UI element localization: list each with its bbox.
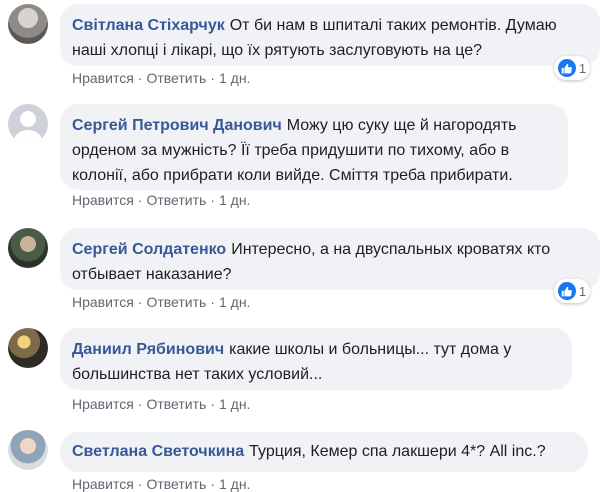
comment-bubble: Даниил Рябинович какие школы и больницы..…	[60, 328, 572, 390]
comment-author[interactable]: Світлана Стіхарчук	[72, 17, 225, 34]
reply-link[interactable]: Ответить	[146, 294, 206, 310]
comment-time[interactable]: 1 дн.	[219, 396, 250, 412]
avatar[interactable]	[8, 228, 48, 268]
default-avatar-icon	[13, 111, 43, 144]
comment-author[interactable]: Сергей Солдатенко	[72, 241, 226, 258]
comment-actions: Нравится · Ответить · 1 дн.	[72, 70, 251, 86]
reaction-count[interactable]: 1	[554, 56, 590, 80]
like-link[interactable]: Нравится	[72, 192, 134, 208]
like-link[interactable]: Нравится	[72, 476, 134, 492]
reply-link[interactable]: Ответить	[146, 476, 206, 492]
comment-author[interactable]: Светлана Светочкина	[72, 443, 244, 460]
reply-link[interactable]: Ответить	[146, 70, 206, 86]
comment-author[interactable]: Даниил Рябинович	[72, 341, 224, 358]
reply-link[interactable]: Ответить	[146, 192, 206, 208]
comment-text: Турция, Кемер спа лакшери 4*? All inc.?	[249, 443, 546, 460]
comment-time[interactable]: 1 дн.	[219, 70, 250, 86]
like-icon	[557, 59, 576, 77]
comment-bubble: Сергей Петрович Данович Можу цю суку ще й…	[60, 104, 568, 190]
comment-actions: Нравится · Ответить · 1 дн.	[72, 294, 251, 310]
comment-time[interactable]: 1 дн.	[219, 476, 250, 492]
avatar[interactable]	[8, 328, 48, 368]
like-link[interactable]: Нравится	[72, 70, 134, 86]
comment-time[interactable]: 1 дн.	[219, 294, 250, 310]
comment-actions: Нравится · Ответить · 1 дн.	[72, 396, 251, 412]
reply-link[interactable]: Ответить	[146, 396, 206, 412]
reaction-number: 1	[578, 60, 587, 76]
like-link[interactable]: Нравится	[72, 294, 134, 310]
comment-bubble: Сергей Солдатенко Интересно, а на двуспал…	[60, 228, 600, 290]
comment-actions: Нравится · Ответить · 1 дн.	[72, 192, 251, 208]
avatar[interactable]	[8, 4, 48, 44]
reaction-number: 1	[578, 283, 587, 299]
comment-author[interactable]: Сергей Петрович Данович	[72, 117, 282, 134]
reaction-count[interactable]: 1	[554, 279, 590, 303]
avatar[interactable]	[8, 430, 48, 470]
like-link[interactable]: Нравится	[72, 396, 134, 412]
like-icon	[557, 282, 576, 300]
comment-actions: Нравится · Ответить · 1 дн.	[72, 476, 251, 492]
comment-bubble: Світлана Стіхарчук От би нам в шпиталі та…	[60, 4, 600, 66]
comment-time[interactable]: 1 дн.	[219, 192, 250, 208]
avatar[interactable]	[8, 104, 48, 144]
comment-bubble: Светлана Светочкина Турция, Кемер спа лак…	[60, 432, 588, 472]
